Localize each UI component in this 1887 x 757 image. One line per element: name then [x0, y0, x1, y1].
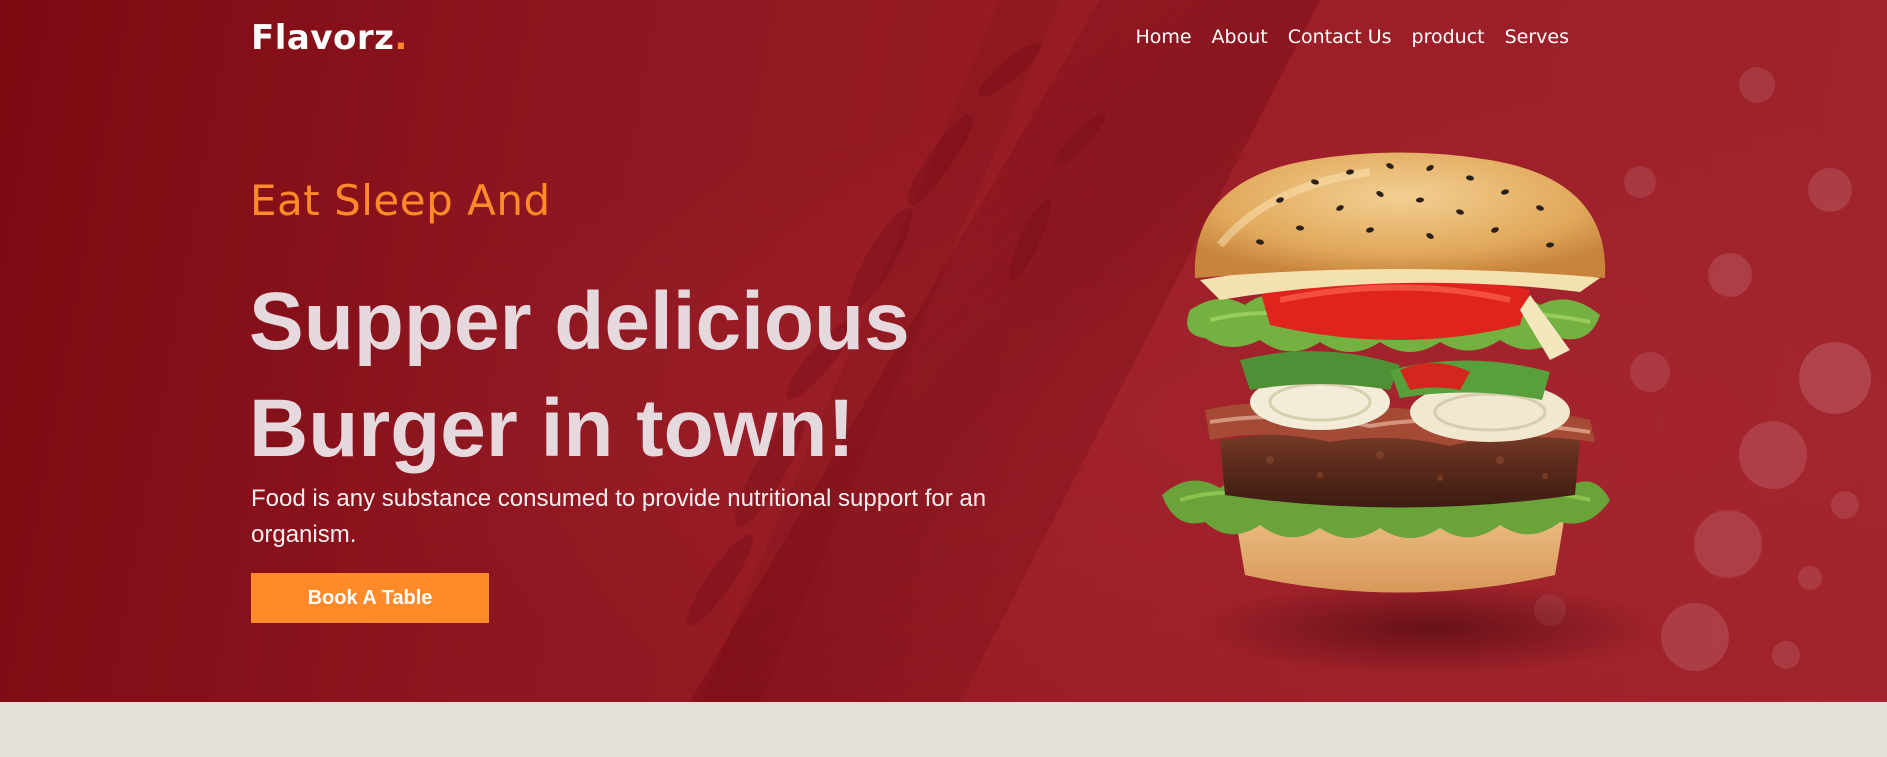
hero-tagline: Eat Sleep And: [250, 176, 551, 225]
nav-menu: Home About Contact Us product Serves: [1135, 26, 1569, 48]
hero-headline: Supper delicious Burger in town!: [249, 268, 910, 482]
nav-item-about[interactable]: About: [1212, 26, 1268, 48]
nav-item-serves[interactable]: Serves: [1505, 26, 1569, 48]
headline-line-2: Burger in town!: [249, 383, 855, 474]
page-bottom-strip: [0, 702, 1887, 757]
top-navbar: Flavorz. Home About Contact Us product S…: [0, 0, 1887, 76]
headline-line-1: Supper delicious: [249, 276, 910, 367]
burger-image: [1162, 152, 1650, 674]
nav-item-home[interactable]: Home: [1135, 26, 1191, 48]
nav-item-product[interactable]: product: [1412, 26, 1485, 48]
brand-logo[interactable]: Flavorz.: [251, 18, 408, 58]
book-table-button[interactable]: Book A Table: [251, 573, 489, 623]
hero-section: Flavorz. Home About Contact Us product S…: [0, 0, 1887, 702]
nav-item-contact-us[interactable]: Contact Us: [1288, 26, 1392, 48]
hero-description: Food is any substance consumed to provid…: [251, 485, 987, 548]
brand-name: Flavorz: [251, 18, 395, 58]
brand-dot: .: [394, 18, 408, 58]
